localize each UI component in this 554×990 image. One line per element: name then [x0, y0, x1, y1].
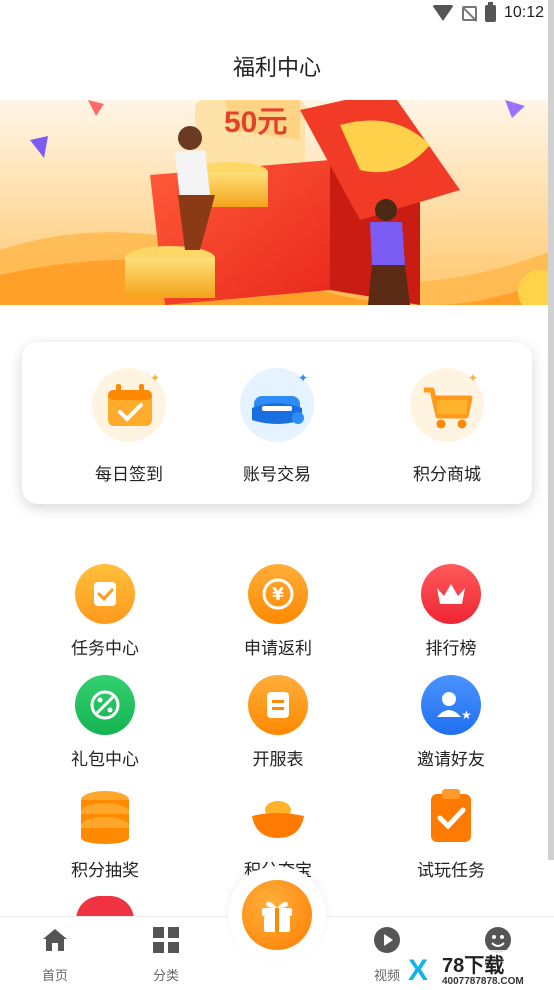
nav-category[interactable]: 分类: [131, 925, 201, 984]
status-bar: 10:12: [0, 0, 554, 30]
svg-text:✦: ✦: [150, 371, 160, 385]
gift-tag-icon: [75, 675, 135, 735]
svg-text:¥: ¥: [272, 585, 284, 605]
crown-icon: [421, 564, 481, 624]
server-schedule-item[interactable]: 开服表: [208, 675, 348, 770]
points-lottery-item[interactable]: 积分抽奖: [35, 786, 175, 881]
nav-label: 首页: [41, 969, 68, 984]
grid-item-label: 排行榜: [425, 639, 477, 659]
watermark-x-icon: X: [408, 954, 428, 986]
scrollbar[interactable]: [548, 0, 554, 860]
daily-checkin-item[interactable]: ✦ 每日签到: [64, 368, 194, 485]
gold-ingot-icon: [248, 786, 308, 846]
welfare-banner[interactable]: 50元: [0, 100, 554, 305]
grid-item-label: 试玩任务: [417, 861, 485, 881]
svg-text:✦: ✦: [468, 371, 478, 385]
leaderboard-item[interactable]: 排行榜: [381, 564, 521, 659]
home-icon: [43, 929, 67, 951]
task-check-icon: [75, 564, 135, 624]
play-icon: [374, 927, 400, 953]
rebate-apply-item[interactable]: ¥ 申请返利: [208, 564, 348, 659]
shopping-cart-icon: ✦: [410, 368, 484, 442]
invite-user-icon: ★: [421, 675, 481, 735]
schedule-icon: [248, 675, 308, 735]
calendar-check-icon: ✦: [92, 368, 166, 442]
grid-item-label: 礼包中心: [71, 750, 139, 770]
nav-home[interactable]: 首页: [20, 925, 90, 984]
quick-actions-card: ✦ 每日签到 ✦ 账号交易 ✦ 积分商城: [22, 342, 532, 504]
account-trade-icon: ✦: [240, 368, 314, 442]
quick-action-label: 每日签到: [95, 465, 163, 485]
watermark-brand: 78下载: [442, 953, 504, 977]
points-mall-item[interactable]: ✦ 积分商城: [382, 368, 512, 485]
center-gift-button[interactable]: [228, 866, 326, 964]
grid-item-label: 积分抽奖: [71, 861, 139, 881]
status-time: 10:12: [503, 4, 544, 21]
battery-icon: [484, 1, 496, 22]
quick-action-label: 积分商城: [413, 465, 481, 485]
watermark: X 78下载 4007787878.COM: [402, 950, 554, 987]
grid-item-label: 邀请好友: [417, 750, 485, 770]
page-title: 福利中心: [232, 56, 321, 81]
no-sim-icon: [461, 5, 477, 21]
trial-task-item[interactable]: 试玩任务: [381, 786, 521, 881]
svg-text:★: ★: [461, 708, 472, 722]
watermark-url: 4007787878.COM: [442, 976, 524, 986]
gift-center-item[interactable]: 礼包中心: [35, 675, 175, 770]
invite-friends-item[interactable]: ★ 邀请好友: [381, 675, 521, 770]
quick-action-label: 账号交易: [243, 465, 311, 485]
grid-item-label: 开服表: [252, 750, 304, 770]
grid-item-label: 任务中心: [71, 639, 139, 659]
clipboard-check-icon: [421, 786, 481, 846]
yen-coin-icon: ¥: [248, 564, 308, 624]
gift-icon: [262, 901, 292, 932]
task-center-item[interactable]: 任务中心: [35, 564, 175, 659]
grid-icon: [153, 927, 179, 953]
banner-illustration: 50元: [0, 100, 554, 305]
svg-text:✦: ✦: [298, 371, 308, 385]
account-trade-item[interactable]: ✦ 账号交易: [212, 368, 342, 485]
wifi-icon: [431, 5, 454, 21]
grid-item-label: 申请返利: [244, 639, 312, 659]
nav-label: 分类: [152, 969, 179, 984]
banner-price: 50元: [224, 106, 287, 139]
coin-stack-icon: [75, 786, 135, 846]
